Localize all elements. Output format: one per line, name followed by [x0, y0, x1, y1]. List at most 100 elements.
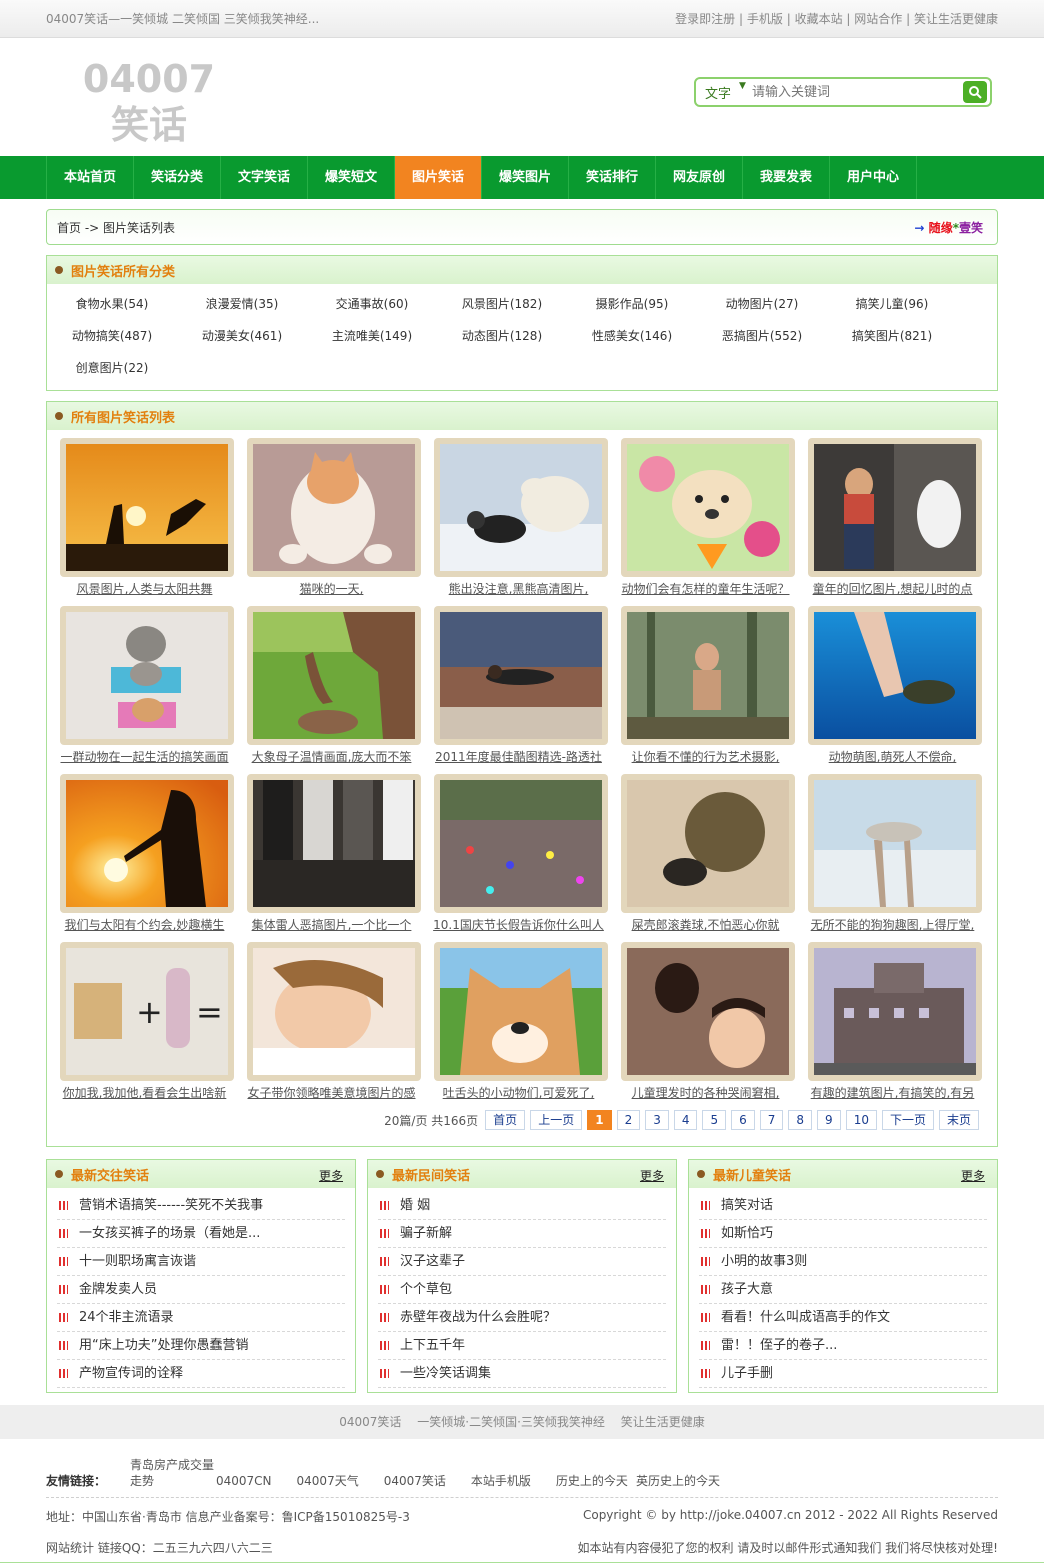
image-caption-link[interactable]: 大象母子温情画面,庞大而不笨 [238, 748, 425, 765]
first-page-button[interactable]: 首页 [485, 1110, 526, 1130]
list-item[interactable]: 搞笑对话 [699, 1192, 987, 1220]
image-caption-link[interactable]: 让你看不懂的行为艺术摄影, [612, 748, 799, 765]
more-link[interactable]: 更多 [640, 1167, 664, 1184]
list-item[interactable]: 小明的故事3则 [699, 1248, 987, 1276]
image-card[interactable]: 有趣的建筑图片,有搞笑的,有另 [799, 942, 986, 1110]
image-caption-link[interactable]: 2011年度最佳酷图精选-路透社 [425, 748, 612, 765]
category-link[interactable]: 摄影作品(95) [567, 288, 697, 320]
image-caption-link[interactable]: 猫咪的一天, [238, 580, 425, 597]
image-card[interactable]: 大象母子温情画面,庞大而不笨 [238, 606, 425, 774]
friend-link[interactable]: 04007CN [216, 1473, 272, 1489]
thumbnail-link[interactable] [60, 774, 234, 913]
image-card[interactable]: 熊出没注意,黑熊高清图片, [425, 438, 612, 606]
joke-title-link[interactable]: 一女孩买裤子的场景（看她是... [79, 1220, 260, 1248]
search-input[interactable] [752, 84, 950, 100]
thumbnail-link[interactable] [808, 438, 982, 577]
thumbnail-link[interactable] [434, 774, 608, 913]
nav-item[interactable]: 图片笑话 [395, 156, 482, 199]
image-card[interactable]: 无所不能的狗狗趣图,上得厅堂, [799, 774, 986, 942]
nav-item[interactable]: 爆笑短文 [308, 156, 395, 199]
image-card[interactable]: 儿童理发时的各种哭闹窘相, [612, 942, 799, 1110]
category-link[interactable]: 动物图片(27) [697, 288, 827, 320]
list-item[interactable]: 个个草包 [378, 1276, 666, 1304]
joke-title-link[interactable]: 24个非主流语录 [79, 1304, 174, 1332]
nav-item[interactable]: 本站首页 [47, 156, 134, 199]
image-card[interactable]: 吐舌头的小动物们,可爱死了, [425, 942, 612, 1110]
image-caption-link[interactable]: 无所不能的狗狗趣图,上得厅堂, [799, 916, 986, 933]
joke-title-link[interactable]: 用“床上功夫”处理你愚蠢营销 [79, 1332, 248, 1360]
nav-item[interactable]: 我要发表 [743, 156, 830, 199]
list-item[interactable]: 汉子这辈子 [378, 1248, 666, 1276]
joke-title-link[interactable]: 如斯恰巧 [721, 1220, 773, 1248]
page-number-button[interactable]: 10 [845, 1110, 877, 1130]
joke-title-link[interactable]: 营销术语搞笑------笑死不关我事 [79, 1192, 263, 1220]
page-number-button[interactable]: 8 [788, 1110, 813, 1130]
category-link[interactable]: 动漫美女(461) [177, 320, 307, 352]
search-button[interactable] [963, 81, 987, 103]
image-card[interactable]: 让你看不懂的行为艺术摄影, [612, 606, 799, 774]
list-item[interactable]: 十一则职场寓言诙谐 [57, 1248, 345, 1276]
image-caption-link[interactable]: 屎壳郎滚粪球,不怕恶心你就 [612, 916, 799, 933]
image-caption-link[interactable]: 动物萌图,萌死人不偿命, [799, 748, 986, 765]
image-caption-link[interactable]: 女子带你领略唯美意境图片的感 [238, 1084, 425, 1101]
nav-item[interactable]: 用户中心 [830, 156, 917, 199]
category-link[interactable]: 搞笑儿童(96) [827, 288, 957, 320]
joke-title-link[interactable]: 十一则职场寓言诙谐 [79, 1248, 196, 1276]
image-card[interactable]: 动物萌图,萌死人不偿命, [799, 606, 986, 774]
joke-title-link[interactable]: 孩子大意 [721, 1276, 773, 1304]
image-caption-link[interactable]: 你加我,我加他,看看会生出啥新 [51, 1084, 238, 1101]
image-card[interactable]: 风景图片,人类与太阳共舞 [51, 438, 238, 606]
joke-title-link[interactable]: 产物宣传词的诠释 [79, 1360, 183, 1388]
image-card[interactable]: 猫咪的一天, [238, 438, 425, 606]
thumbnail-link[interactable] [621, 606, 795, 745]
list-item[interactable]: 上下五千年 [378, 1332, 666, 1360]
page-number-button[interactable]: 7 [759, 1110, 784, 1130]
thumbnail-link[interactable] [434, 438, 608, 577]
category-link[interactable]: 搞笑图片(821) [827, 320, 957, 352]
joke-title-link[interactable]: 上下五千年 [400, 1332, 465, 1360]
thumbnail-link[interactable]: + = [60, 942, 234, 1081]
friend-link[interactable]: 历史上的今天 [556, 1473, 628, 1489]
list-item[interactable]: 孩子大意 [699, 1276, 987, 1304]
friend-link[interactable]: 英历史上的今天 [636, 1473, 720, 1489]
list-item[interactable]: 赤壁年夜战为什么会胜呢？ [378, 1304, 666, 1332]
page-number-button[interactable]: 9 [817, 1110, 841, 1130]
joke-title-link[interactable]: 金牌发卖人员 [79, 1276, 157, 1304]
list-item[interactable]: 看看！什么叫成语高手的作文 [699, 1304, 987, 1332]
thumbnail-link[interactable] [247, 774, 421, 913]
thumbnail-link[interactable] [60, 606, 234, 745]
thumbnail-link[interactable] [60, 438, 234, 577]
thumbnail-link[interactable] [808, 942, 982, 1081]
category-link[interactable]: 浪漫爱情(35) [177, 288, 307, 320]
site-logo[interactable]: 04007笑话 [64, 56, 234, 148]
list-item[interactable]: 金牌发卖人员 [57, 1276, 345, 1304]
next-page-button[interactable]: 下一页 [881, 1110, 934, 1130]
thumbnail-link[interactable] [808, 606, 982, 745]
nav-item[interactable]: 网友原创 [656, 156, 743, 199]
joke-title-link[interactable]: 个个草包 [400, 1276, 452, 1304]
image-card[interactable]: 2011年度最佳酷图精选-路透社 [425, 606, 612, 774]
category-link[interactable]: 恶搞图片(552) [697, 320, 827, 352]
friend-link[interactable]: 青岛房产成交量走势 [130, 1457, 216, 1489]
image-caption-link[interactable]: 熊出没注意,黑熊高清图片, [425, 580, 612, 597]
image-card[interactable]: 童年的回忆图片,想起儿时的点 [799, 438, 986, 606]
search-type-select[interactable]: 文字 ▼ [696, 81, 752, 102]
category-link[interactable]: 动态图片(128) [437, 320, 567, 352]
image-card[interactable]: + = 你加我,我加他,看看会生出啥新 [51, 942, 238, 1110]
image-card[interactable]: 集体雷人恶搞图片,一个比一个 [238, 774, 425, 942]
category-link[interactable]: 风景图片(182) [437, 288, 567, 320]
list-item[interactable]: 产物宣传词的诠释 [57, 1360, 345, 1388]
more-link[interactable]: 更多 [319, 1167, 343, 1184]
image-card[interactable]: 女子带你领略唯美意境图片的感 [238, 942, 425, 1110]
image-caption-link[interactable]: 风景图片,人类与太阳共舞 [51, 580, 238, 597]
list-item[interactable]: 如斯恰巧 [699, 1220, 987, 1248]
image-caption-link[interactable]: 我们与太阳有个约会,妙趣横生 [51, 916, 238, 933]
image-caption-link[interactable]: 有趣的建筑图片,有搞笑的,有另 [799, 1084, 986, 1101]
list-item[interactable]: 骗子新解 [378, 1220, 666, 1248]
thumbnail-link[interactable] [247, 606, 421, 745]
friend-link[interactable]: 本站手机版 [471, 1473, 531, 1489]
login-register-link[interactable]: 登录即注册 [675, 12, 735, 26]
nav-item[interactable]: 笑话分类 [134, 156, 221, 199]
thumbnail-link[interactable] [621, 774, 795, 913]
joke-title-link[interactable]: 雷！！侄子的卷子... [721, 1332, 837, 1360]
